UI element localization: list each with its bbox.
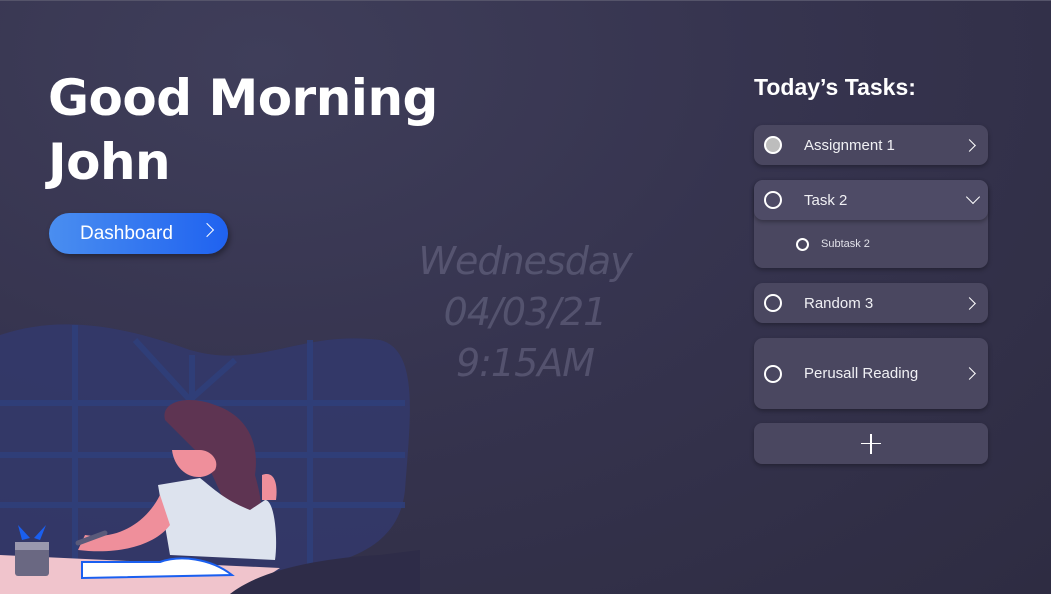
plus-icon (861, 433, 881, 454)
task-item[interactable]: Perusall Reading (754, 338, 988, 409)
task-item[interactable]: Assignment 1 (754, 125, 988, 165)
clock-display: Wednesday 04/03/21 9:15AM (380, 236, 670, 389)
clock-date: 04/03/21 (443, 290, 608, 334)
greeting-heading: Good Morning John (48, 66, 438, 194)
chevron-right-icon (199, 222, 215, 238)
subtask-label: Subtask 2 (821, 238, 870, 250)
task-checkbox[interactable] (764, 136, 782, 154)
greeting-line: Good Morning (48, 69, 438, 127)
task-checkbox[interactable] (764, 294, 782, 312)
task-label: Task 2 (804, 191, 848, 209)
task-item[interactable]: Random 3 (754, 283, 988, 323)
top-divider (0, 0, 1051, 1)
task-checkbox[interactable] (764, 191, 782, 209)
task-checkbox[interactable] (764, 364, 782, 383)
user-name: John (48, 133, 171, 191)
task-label: Perusall Reading (804, 365, 919, 382)
clock-time: 9:15AM (455, 341, 595, 385)
task-label: Random 3 (804, 294, 874, 312)
chevron-right-icon[interactable] (963, 296, 976, 310)
subtask-item[interactable]: Subtask 2 (754, 220, 988, 268)
studying-illustration (0, 324, 420, 594)
chevron-right-icon[interactable] (963, 138, 976, 152)
tasks-title: Today’s Tasks: (754, 74, 916, 100)
dashboard-button[interactable]: Dashboard (49, 213, 228, 254)
dashboard-label: Dashboard (80, 222, 173, 244)
task-label: Assignment 1 (804, 136, 895, 154)
chevron-right-icon[interactable] (963, 367, 976, 380)
chevron-down-icon[interactable] (965, 189, 981, 205)
task-item-expanded[interactable]: Task 2 Subtask 2 (754, 180, 988, 268)
clock-day: Wednesday (418, 239, 632, 283)
add-task-button[interactable] (754, 423, 988, 464)
subtask-checkbox[interactable] (796, 237, 809, 251)
